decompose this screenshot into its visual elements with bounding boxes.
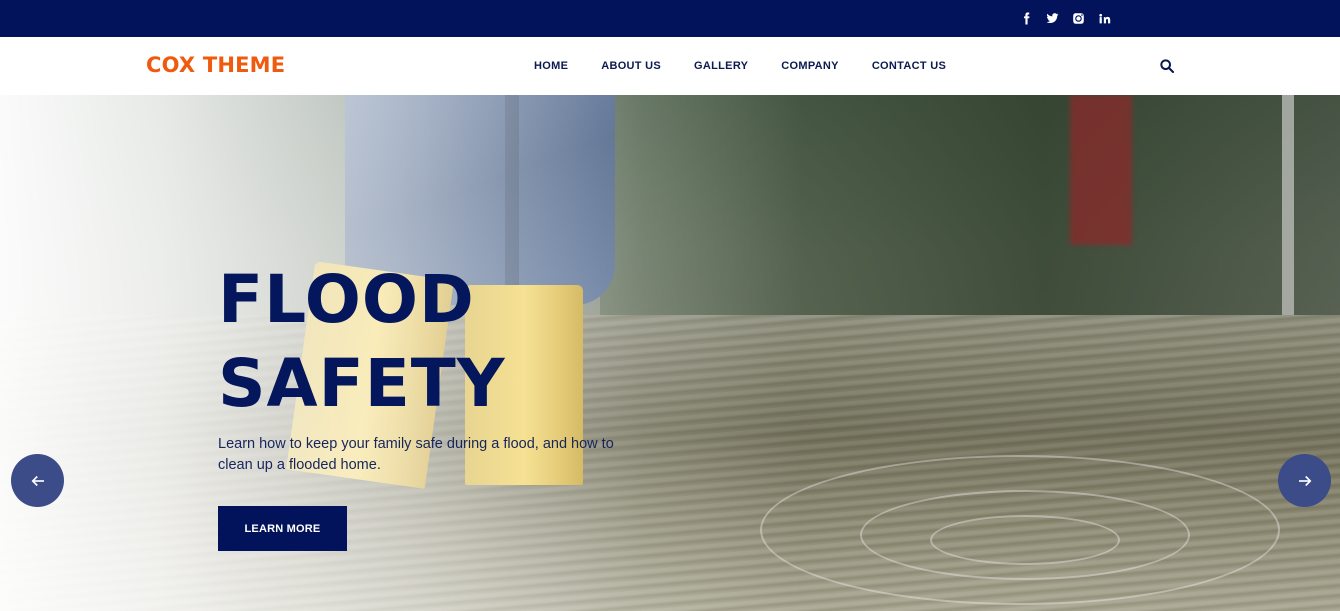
hero-title: FLOOD SAFETY: [218, 258, 738, 426]
site-header: COX THEME HOME ABOUT US GALLERY COMPANY …: [0, 37, 1340, 95]
nav-about-us[interactable]: ABOUT US: [601, 60, 661, 72]
arrow-right-icon: [1298, 475, 1311, 486]
hero-slider: FLOOD SAFETY Learn how to keep your fami…: [0, 95, 1340, 611]
nav-company[interactable]: COMPANY: [781, 60, 839, 72]
top-bar: [0, 0, 1340, 37]
slider-next-button[interactable]: [1278, 454, 1331, 507]
search-icon[interactable]: [1159, 58, 1175, 74]
hero-description: Learn how to keep your family safe durin…: [218, 436, 614, 473]
nav-gallery[interactable]: GALLERY: [694, 60, 748, 72]
nav-contact-us[interactable]: CONTACT US: [872, 60, 946, 72]
linkedin-icon[interactable]: [1096, 11, 1112, 27]
slider-prev-button[interactable]: [11, 454, 64, 507]
facebook-icon[interactable]: [1018, 11, 1034, 27]
brand-logo[interactable]: COX THEME: [146, 53, 285, 77]
twitter-icon[interactable]: [1044, 11, 1060, 27]
arrow-left-icon: [31, 475, 44, 486]
hero-title-line2: SAFETY: [218, 345, 506, 422]
learn-more-button[interactable]: LEARN MORE: [218, 506, 347, 551]
social-links: [1018, 0, 1112, 37]
instagram-icon[interactable]: [1070, 11, 1086, 27]
nav-home[interactable]: HOME: [534, 60, 568, 72]
main-nav: HOME ABOUT US GALLERY COMPANY CONTACT US: [534, 37, 946, 95]
hero-title-line1: FLOOD: [218, 261, 475, 338]
